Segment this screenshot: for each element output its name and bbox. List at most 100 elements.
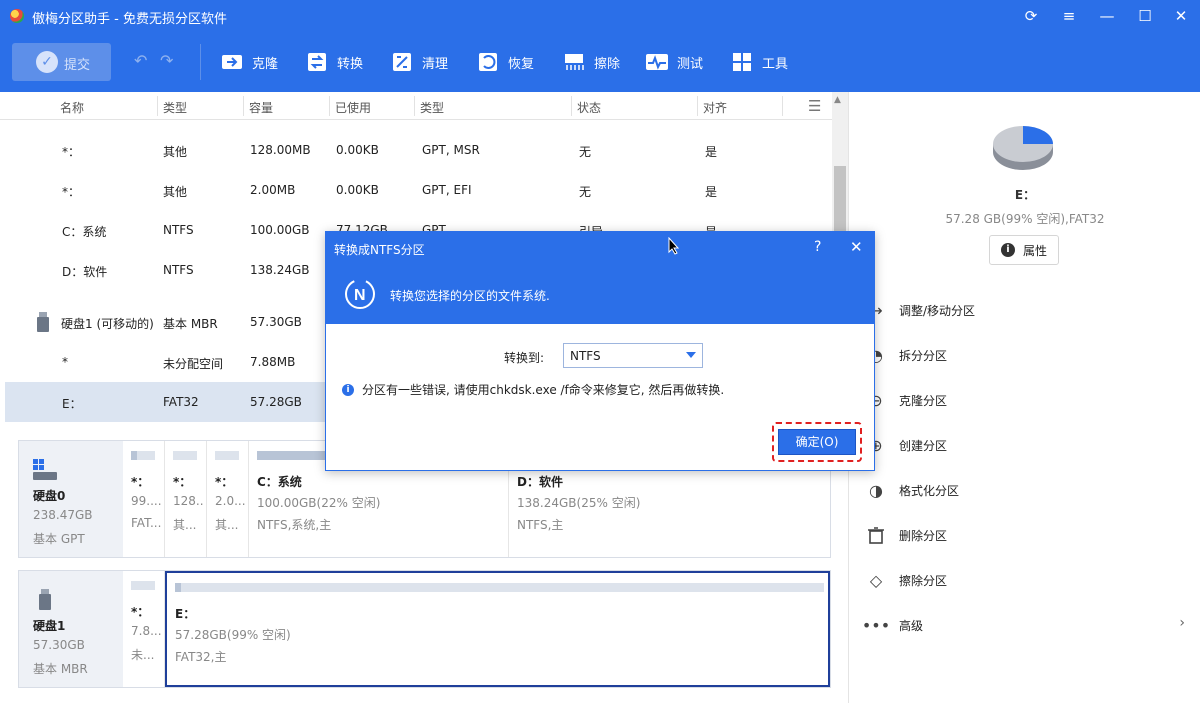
properties-button[interactable]: i 属性 (989, 235, 1059, 265)
maximize-button[interactable]: ☐ (1132, 4, 1158, 28)
table-row[interactable]: *： 其他 128.00MB 0.00KB GPT, MSR 无 是 (5, 130, 828, 170)
op-label: 删除分区 (899, 528, 948, 543)
redo-icon[interactable]: ↷ (160, 51, 173, 70)
cell-type: FAT32 (163, 395, 199, 409)
cell-filesystem: GPT, EFI (422, 183, 472, 197)
selected-partition-name: E： (1014, 188, 1036, 202)
submit-button[interactable]: ✓ 提交 (12, 43, 111, 81)
usage-bar (175, 583, 824, 592)
info-icon: i (1000, 243, 1015, 257)
op-split[interactable]: ◔ 拆分分区 (865, 343, 947, 367)
info-icon: i (342, 383, 354, 396)
partition-fs: NTFS,系统,主 (257, 518, 332, 532)
right-panel: E： 57.28 GB(99% 空闲),FAT32 i 属性 → 调整/移动分区… (848, 92, 1200, 703)
op-clone-partition[interactable]: ⊖ 克隆分区 (865, 388, 947, 412)
partition-name: E： (175, 607, 196, 621)
app-title: 傲梅分区助手 - 免费无损分区软件 (32, 12, 227, 27)
tool-recover[interactable]: 恢复 (476, 49, 534, 75)
cell-capacity: 57.30GB (250, 315, 302, 329)
op-label: 拆分分区 (899, 348, 948, 363)
disk-style: 基本 MBR (33, 662, 88, 676)
cell-type: 其他 (163, 185, 188, 199)
partition-block[interactable]: *： 7.8... 未... (123, 571, 165, 687)
op-advanced[interactable]: ••• 高级 › (861, 613, 1185, 637)
toolbar-divider (200, 44, 201, 80)
delete-icon (865, 524, 887, 546)
partition-size: 128... (173, 494, 203, 508)
menu-icon[interactable]: ≡ (1056, 4, 1082, 28)
dialog-close-icon[interactable]: ✕ (850, 238, 863, 256)
more-icon: ••• (861, 615, 891, 635)
disk-size: 57.30GB (33, 638, 85, 652)
help-icon[interactable]: ? (814, 239, 821, 255)
cell-capacity: 100.00GB (250, 223, 310, 237)
partition-fs: 其... (215, 518, 239, 532)
pie-chart-icon (990, 122, 1056, 177)
header-type[interactable]: 类型 (163, 99, 187, 116)
tool-label: 测试 (677, 56, 704, 72)
tool-label: 转换 (337, 56, 364, 72)
close-button[interactable]: ✕ (1168, 4, 1194, 28)
disk-name: 硬盘1 (33, 619, 66, 633)
tool-test[interactable]: 测试 (645, 49, 703, 75)
svg-text:N: N (354, 287, 366, 304)
header-used[interactable]: 已使用 (335, 99, 371, 116)
usage-fill (131, 451, 137, 460)
cell-name: * (62, 355, 68, 369)
header-filesystem[interactable]: 类型 (420, 99, 444, 116)
usage-bar (215, 451, 239, 460)
op-wipe[interactable]: ◇ 擦除分区 (865, 568, 947, 592)
usage-fill (175, 583, 182, 592)
wipe-icon (562, 51, 586, 73)
column-settings-icon[interactable]: ☰ (808, 97, 821, 115)
check-icon: ✓ (36, 51, 58, 73)
partition-fs: 其... (173, 518, 197, 532)
usage-bar (173, 451, 197, 460)
refresh-icon[interactable]: ⟳ (1018, 4, 1044, 28)
header-name[interactable]: 名称 (60, 99, 84, 116)
table-row[interactable]: *： 其他 2.00MB 0.00KB GPT, EFI 无 是 (5, 170, 828, 210)
tool-label: 工具 (762, 56, 789, 72)
app-logo-icon (10, 9, 24, 23)
op-format[interactable]: ◑ 格式化分区 (865, 478, 959, 502)
disk-info: 硬盘0 238.47GB 基本 GPT (19, 441, 123, 557)
header-status[interactable]: 状态 (577, 99, 601, 116)
filesystem-select[interactable]: NTFS (563, 343, 703, 368)
partition-name: *： (173, 475, 192, 489)
tool-cleanup[interactable]: 清理 (390, 49, 448, 75)
dialog-title: 转换成NTFS分区 (334, 243, 425, 257)
partition-size: 100.00GB(22% 空闲) (257, 496, 381, 510)
partition-name: *： (215, 475, 234, 489)
undo-icon[interactable]: ↶ (134, 51, 147, 70)
tool-wipe[interactable]: 擦除 (562, 49, 620, 75)
partition-block[interactable]: *： 2.0... 其... (207, 441, 249, 557)
op-create[interactable]: ⊕ 创建分区 (865, 433, 947, 457)
partition-block-selected[interactable]: E： 57.28GB(99% 空闲) FAT32,主 (165, 571, 830, 687)
header-aligned[interactable]: 对齐 (703, 99, 727, 116)
tool-tools[interactable]: 工具 (730, 49, 788, 75)
properties-label: 属性 (1022, 243, 1047, 258)
mouse-cursor-icon (668, 236, 680, 255)
tool-convert[interactable]: 转换 (305, 49, 363, 75)
op-label: 高级 (899, 618, 924, 633)
op-delete[interactable]: 删除分区 (865, 523, 947, 547)
partition-block[interactable]: *： 99.... FAT... (123, 441, 165, 557)
ok-button[interactable]: 确定(O) (778, 429, 856, 455)
cell-status: 无 (579, 145, 592, 159)
partition-block[interactable]: *： 128... 其... (165, 441, 207, 557)
disk-1[interactable]: 硬盘1 57.30GB 基本 MBR *： 7.8... 未... E： 57.… (18, 570, 831, 688)
minimize-button[interactable]: — (1094, 4, 1120, 28)
header-capacity[interactable]: 容量 (249, 99, 273, 116)
tool-clone[interactable]: 克隆 (220, 49, 278, 75)
disk-style: 基本 GPT (33, 532, 85, 546)
scroll-up-icon[interactable]: ▲ (834, 95, 841, 105)
cell-capacity: 128.00MB (250, 143, 311, 157)
partition-name: C：系统 (257, 475, 302, 489)
cell-name: *： (62, 185, 81, 199)
ntfs-convert-icon: N (344, 278, 376, 310)
cell-capacity: 57.28GB (250, 395, 302, 409)
tool-label: 克隆 (252, 56, 279, 72)
op-resize[interactable]: → 调整/移动分区 (865, 298, 975, 322)
header-divider (571, 96, 572, 116)
submit-label: 提交 (64, 58, 91, 73)
